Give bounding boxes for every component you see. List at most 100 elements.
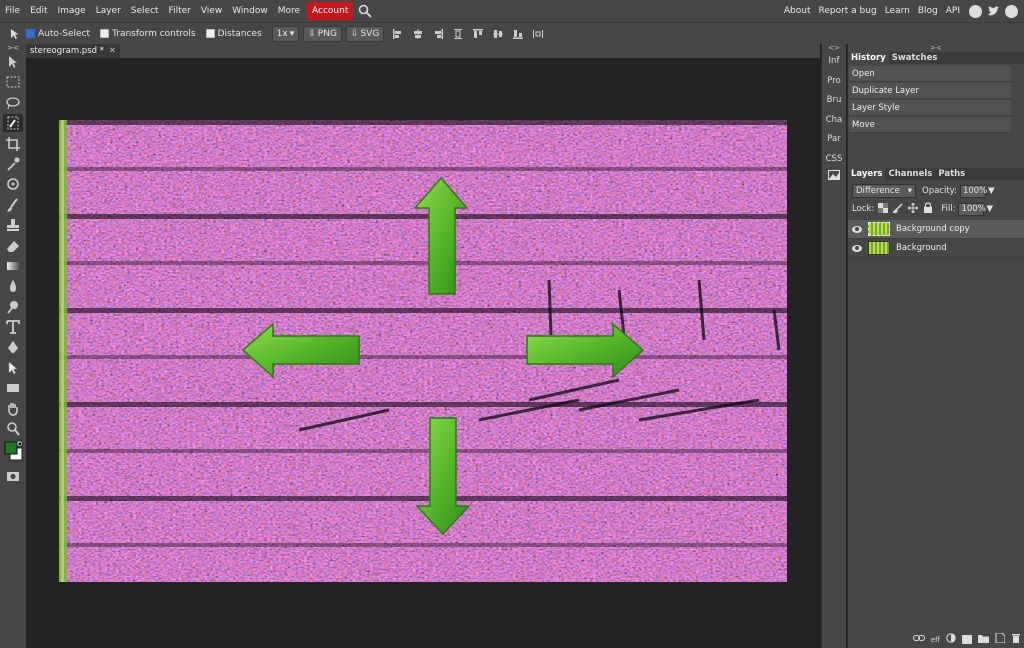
css-panel-button[interactable]: CSS — [822, 150, 846, 170]
history-item[interactable]: Move — [849, 117, 1011, 133]
menu-select[interactable]: Select — [126, 2, 164, 20]
document-canvas[interactable] — [59, 120, 787, 582]
crop-tool-icon[interactable] — [3, 135, 23, 153]
gradient-tool-icon[interactable] — [3, 257, 23, 275]
history-item[interactable]: Open — [849, 66, 1011, 82]
distribute-icon[interactable] — [452, 28, 464, 40]
move-tool-icon[interactable] — [10, 28, 22, 40]
collapse-toggle[interactable]: >< — [848, 44, 1024, 52]
eye-icon[interactable] — [852, 225, 862, 233]
menu-window[interactable]: Window — [227, 2, 273, 20]
properties-panel-button[interactable]: Pro — [822, 72, 846, 92]
dodge-tool-icon[interactable] — [3, 298, 23, 316]
menu-bar: File Edit Image Layer Select Filter View… — [0, 0, 1024, 22]
align-top-icon[interactable] — [472, 28, 484, 40]
align-bottom-icon[interactable] — [512, 28, 524, 40]
trash-icon[interactable] — [1011, 633, 1021, 646]
export-png-button[interactable]: ⇩ PNG — [303, 25, 342, 42]
lock-position-icon[interactable] — [907, 202, 919, 216]
brush-panel-button[interactable]: Bru — [822, 91, 846, 111]
paragraph-panel-button[interactable]: Par — [822, 130, 846, 150]
chevron-down-icon[interactable]: ▼ — [986, 204, 993, 214]
character-panel-button[interactable]: Cha — [822, 111, 846, 131]
tab-layers[interactable]: Layers — [848, 168, 886, 180]
shape-tool-icon[interactable] — [3, 379, 23, 397]
folder-icon[interactable] — [978, 634, 989, 646]
zoom-tool-icon[interactable] — [3, 420, 23, 438]
image-panel-icon[interactable] — [822, 169, 846, 189]
healing-tool-icon[interactable] — [3, 175, 23, 193]
menu-layer[interactable]: Layer — [91, 2, 126, 20]
marquee-tool-icon[interactable] — [3, 73, 23, 91]
layer-row[interactable]: Background — [848, 239, 1024, 258]
history-item[interactable]: Duplicate Layer — [849, 83, 1011, 99]
search-icon[interactable] — [357, 3, 373, 19]
color-swatches-icon[interactable] — [3, 440, 23, 464]
align-left-icon[interactable] — [392, 28, 404, 40]
lock-paint-icon[interactable] — [892, 202, 903, 216]
eye-icon[interactable] — [852, 244, 862, 252]
chevron-down-icon[interactable]: ▼ — [988, 186, 995, 196]
transform-controls-checkbox[interactable]: Transform controls — [100, 29, 196, 39]
auto-select-checkbox[interactable]: Auto-Select — [26, 29, 90, 39]
collapse-toggle[interactable]: >< — [0, 44, 26, 52]
menu-view[interactable]: View — [196, 2, 227, 20]
new-layer-icon[interactable] — [995, 632, 1006, 646]
tab-history[interactable]: History — [848, 52, 889, 64]
info-panel-button[interactable]: Inf — [822, 52, 846, 72]
adjustment-icon[interactable] — [946, 633, 956, 646]
facebook-icon[interactable] — [1005, 4, 1018, 18]
quick-mask-icon[interactable] — [3, 467, 23, 485]
export-svg-button[interactable]: ⇩ SVG — [345, 25, 385, 42]
reddit-icon[interactable] — [969, 4, 982, 18]
eraser-tool-icon[interactable] — [3, 237, 23, 255]
zoom-select[interactable]: 1x ▾ — [271, 25, 300, 42]
pen-tool-icon[interactable] — [3, 338, 23, 356]
tab-channels[interactable]: Channels — [885, 168, 935, 180]
close-icon[interactable]: ✕ — [109, 44, 116, 58]
lock-transparency-icon[interactable] — [878, 202, 889, 216]
twitter-icon[interactable] — [987, 5, 1000, 18]
distances-checkbox[interactable]: Distances — [205, 29, 262, 39]
align-right-icon[interactable] — [432, 28, 444, 40]
opacity-input[interactable]: 100% — [959, 184, 987, 198]
link-icon[interactable] — [912, 634, 925, 645]
blend-mode-select[interactable]: Difference — [852, 184, 916, 198]
align-middle-icon[interactable] — [492, 28, 504, 40]
report-bug-link[interactable]: Report a bug — [814, 2, 880, 20]
hand-tool-icon[interactable] — [3, 400, 23, 418]
learn-link[interactable]: Learn — [881, 2, 914, 20]
path-select-tool-icon[interactable] — [3, 359, 23, 377]
distribute-horizontal-icon[interactable] — [532, 28, 544, 40]
menu-edit[interactable]: Edit — [25, 2, 52, 20]
lock-all-icon[interactable] — [923, 202, 933, 216]
api-link[interactable]: API — [942, 2, 964, 20]
menu-image[interactable]: Image — [53, 2, 91, 20]
brush-tool-icon[interactable] — [3, 196, 23, 214]
canvas-area[interactable] — [26, 58, 820, 648]
fill-input[interactable]: 100% — [958, 202, 986, 216]
about-link[interactable]: About — [780, 2, 815, 20]
layer-row[interactable]: Background copy — [848, 220, 1024, 239]
mask-icon[interactable] — [962, 635, 972, 644]
blur-tool-icon[interactable] — [3, 277, 23, 295]
align-center-icon[interactable] — [412, 28, 424, 40]
blog-link[interactable]: Blog — [914, 2, 942, 20]
quick-select-tool-icon[interactable] — [3, 114, 23, 133]
account-button[interactable]: Account — [307, 2, 354, 20]
eyedropper-tool-icon[interactable] — [3, 155, 23, 173]
document-tab[interactable]: stereogram.psd * ✕ — [26, 44, 120, 58]
collapse-toggle[interactable]: <> — [822, 44, 846, 52]
menu-file[interactable]: File — [0, 2, 25, 20]
menu-more[interactable]: More — [273, 2, 305, 20]
history-item[interactable]: Layer Style — [849, 100, 1011, 116]
clone-stamp-tool-icon[interactable] — [3, 216, 23, 234]
tab-swatches[interactable]: Swatches — [889, 52, 941, 64]
menu-filter[interactable]: Filter — [164, 2, 196, 20]
text-tool-icon[interactable] — [3, 318, 23, 336]
tab-paths[interactable]: Paths — [935, 168, 968, 180]
lock-row: Lock: Fill: 100% ▼ — [848, 200, 1024, 218]
lasso-tool-icon[interactable] — [3, 94, 23, 112]
move-tool-icon[interactable] — [3, 53, 23, 71]
layer-effects-button[interactable]: eff — [931, 636, 940, 644]
